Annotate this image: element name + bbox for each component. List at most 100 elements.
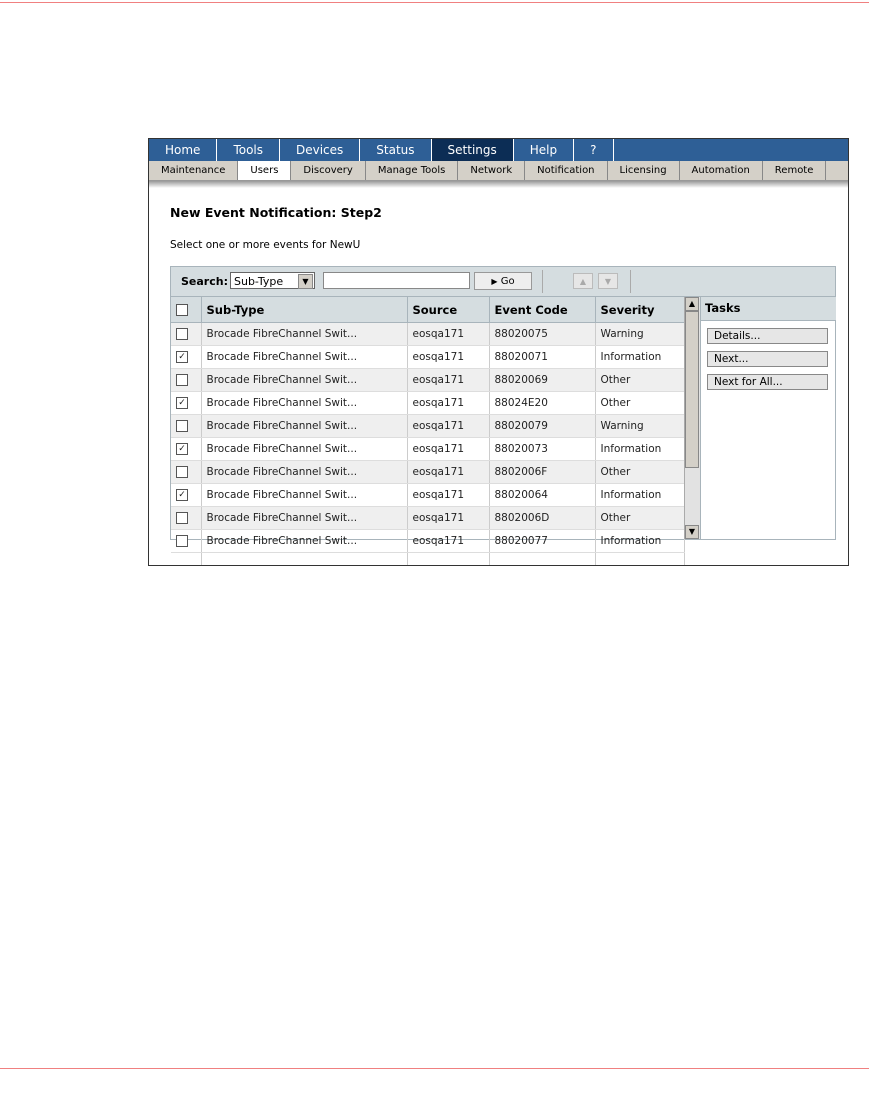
page-title: New Event Notification: Step2 xyxy=(170,205,382,220)
row-checkbox[interactable] xyxy=(176,535,188,547)
cell-code: 88020079 xyxy=(489,414,596,438)
cell-subtype: Brocade FibreChannel Swit... xyxy=(201,460,408,484)
search-input[interactable] xyxy=(323,272,470,289)
table-row[interactable]: ✓ Brocade FibreChannel Swit... eosqa171 880… xyxy=(171,483,685,507)
cell-severity: Warning xyxy=(595,414,685,438)
column-header-sub-type[interactable]: Sub-Type xyxy=(201,297,408,323)
subnav-tab-manage-tools[interactable]: Manage Tools xyxy=(366,161,459,180)
go-button[interactable]: ▶ Go xyxy=(474,272,532,290)
search-field-select[interactable]: Sub-Type ▼ xyxy=(230,272,315,289)
row-checkbox[interactable] xyxy=(176,512,188,524)
column-header-severity[interactable]: Severity xyxy=(595,297,685,323)
chevron-down-icon[interactable]: ▼ xyxy=(298,274,313,289)
search-label: Search: xyxy=(181,275,228,288)
tasks-title: Tasks xyxy=(701,297,836,321)
table-row[interactable]: ✓ Brocade FibreChannel Swit... eosqa171 880… xyxy=(171,345,685,369)
cell-severity: Information xyxy=(595,529,685,553)
vertical-scrollbar[interactable]: ▲ ▼ xyxy=(684,297,700,539)
subnav-tab-automation[interactable]: Automation xyxy=(680,161,763,180)
column-header-source[interactable]: Source xyxy=(407,297,490,323)
subnav-tab-licensing[interactable]: Licensing xyxy=(608,161,680,180)
row-checkbox-cell xyxy=(171,368,202,392)
subnav-tab-maintenance[interactable]: Maintenance xyxy=(149,161,239,180)
subnav-tab-discovery[interactable]: Discovery xyxy=(291,161,366,180)
table-row[interactable]: Brocade FibreChannel Swit... eosqa171 8802… xyxy=(171,368,685,392)
nav-tab-status[interactable]: Status xyxy=(360,139,432,161)
row-checkbox-cell: ✓ xyxy=(171,345,202,369)
task-button-next[interactable]: Next... xyxy=(707,351,828,367)
subnav-tab-network[interactable]: Network xyxy=(458,161,526,180)
cell-code: 88020064 xyxy=(489,483,596,507)
search-bar: Search: Sub-Type ▼ ▶ Go ▲ ▼ xyxy=(171,267,835,297)
select-all-checkbox[interactable] xyxy=(176,304,188,316)
cell-subtype: Brocade FibreChannel Swit... xyxy=(201,368,408,392)
row-checkbox-cell: ✓ xyxy=(171,483,202,507)
row-checkbox[interactable] xyxy=(176,420,188,432)
nav-tab-help[interactable]: ? xyxy=(574,139,614,161)
row-checkbox-cell xyxy=(171,529,202,553)
nav-tab-tools[interactable]: Tools xyxy=(217,139,280,161)
table-row[interactable]: ✓ Brocade FibreChannel Swit... eosqa171 880… xyxy=(171,391,685,415)
table-row[interactable]: Brocade FibreChannel Swit... eosqa171 8802… xyxy=(171,322,685,346)
go-label: Go xyxy=(500,276,515,287)
row-checkbox[interactable] xyxy=(176,466,188,478)
select-all-header xyxy=(171,297,202,323)
cell-source: eosqa171 xyxy=(407,391,490,415)
task-button-next-for-all[interactable]: Next for All... xyxy=(707,374,828,390)
cell-severity: Other xyxy=(595,506,685,530)
cell-source: eosqa171 xyxy=(407,460,490,484)
row-checkbox[interactable]: ✓ xyxy=(176,443,188,455)
table-row[interactable]: Brocade FibreChannel Swit... eosqa171 8802… xyxy=(171,506,685,530)
sub-nav: Maintenance Users Discovery Manage Tools Net… xyxy=(149,161,848,181)
task-button-details[interactable]: Details... xyxy=(707,328,828,344)
table-row[interactable]: Brocade FibreChannel Swit... eosqa171 8802… xyxy=(171,529,685,553)
cell-source: eosqa171 xyxy=(407,345,490,369)
cell-source: eosqa171 xyxy=(407,414,490,438)
cell-code: 88020073 xyxy=(489,437,596,461)
row-checkbox-cell xyxy=(171,322,202,346)
subnav-tab-notification[interactable]: Notification xyxy=(525,161,608,180)
cell-subtype: Brocade FibreChannel Swit... xyxy=(201,529,408,553)
cell-code: 88020071 xyxy=(489,345,596,369)
cell-severity: Information xyxy=(595,437,685,461)
cell-subtype: Brocade FibreChannel Swit... xyxy=(201,345,408,369)
empty-cell xyxy=(407,552,490,565)
subnav-tab-remote[interactable]: Remote xyxy=(763,161,827,180)
row-checkbox[interactable]: ✓ xyxy=(176,397,188,409)
divider xyxy=(542,270,543,293)
row-checkbox[interactable]: ✓ xyxy=(176,351,188,363)
table-row[interactable]: Brocade FibreChannel Swit... eosqa171 8802… xyxy=(171,460,685,484)
cell-code: 8802006D xyxy=(489,506,596,530)
cell-severity: Information xyxy=(595,345,685,369)
table-row[interactable]: ✓ Brocade FibreChannel Swit... eosqa171 880… xyxy=(171,437,685,461)
row-checkbox-cell xyxy=(171,506,202,530)
divider xyxy=(630,270,631,293)
sort-ascending-button[interactable]: ▲ xyxy=(573,273,593,289)
nav-tab-help[interactable]: Help xyxy=(514,139,575,161)
nav-tab-settings[interactable]: Settings xyxy=(431,139,514,161)
cell-severity: Information xyxy=(595,483,685,507)
cell-source: eosqa171 xyxy=(407,437,490,461)
cell-source: eosqa171 xyxy=(407,529,490,553)
column-header-event-code[interactable]: Event Code xyxy=(489,297,596,323)
row-checkbox-cell xyxy=(171,414,202,438)
cell-subtype: Brocade FibreChannel Swit... xyxy=(201,437,408,461)
tasks-panel: Tasks Details... Next... Next for All... xyxy=(700,297,836,539)
subnav-tab-users[interactable]: Users xyxy=(238,161,292,180)
nav-tab-home[interactable]: Home xyxy=(149,139,218,161)
nav-shadow xyxy=(149,181,848,188)
cell-subtype: Brocade FibreChannel Swit... xyxy=(201,391,408,415)
row-checkbox[interactable] xyxy=(176,374,188,386)
row-checkbox[interactable] xyxy=(176,328,188,340)
sort-descending-button[interactable]: ▼ xyxy=(598,273,618,289)
row-checkbox[interactable]: ✓ xyxy=(176,489,188,501)
nav-tab-devices[interactable]: Devices xyxy=(280,139,361,161)
scroll-thumb[interactable] xyxy=(685,311,699,468)
app-window: Home Tools Devices Status Settings Help? Main… xyxy=(148,138,849,566)
scroll-down-icon[interactable]: ▼ xyxy=(685,525,699,539)
header-rule xyxy=(0,2,869,3)
scroll-up-icon[interactable]: ▲ xyxy=(685,297,699,311)
row-checkbox-cell: ✓ xyxy=(171,437,202,461)
table-row[interactable]: Brocade FibreChannel Swit... eosqa171 8802… xyxy=(171,414,685,438)
empty-cell xyxy=(489,552,596,565)
